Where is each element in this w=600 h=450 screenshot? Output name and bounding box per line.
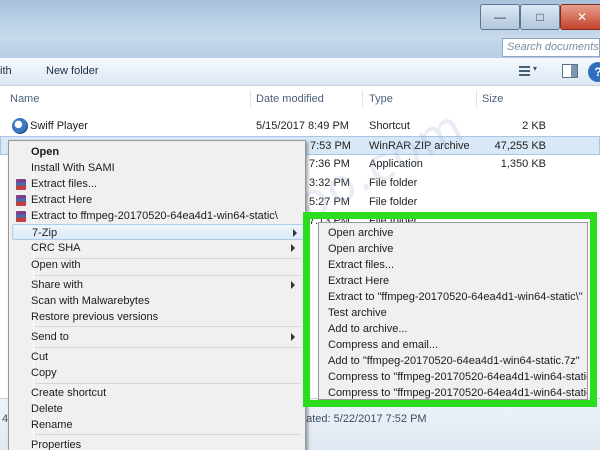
file-size: 1,350 KB bbox=[500, 158, 546, 170]
menu-item-install-sami[interactable]: Install With SAMI bbox=[31, 160, 301, 176]
menu-item-restore-versions[interactable]: Restore previous versions bbox=[31, 309, 301, 325]
command-bar: ith New folder ▾ ? bbox=[0, 58, 600, 86]
column-header-row: Name Date modified Type Size bbox=[0, 86, 600, 112]
menu-separator bbox=[35, 383, 301, 384]
menu-item-open-with[interactable]: Open with bbox=[31, 257, 301, 273]
menu-item-scan-malwarebytes[interactable]: Scan with Malwarebytes bbox=[31, 293, 301, 309]
winrar-icon bbox=[16, 211, 26, 222]
menu-item-extract-to[interactable]: Extract to ffmpeg-20170520-64ea4d1-win64… bbox=[31, 208, 301, 224]
menu-item-properties[interactable]: Properties bbox=[31, 437, 301, 450]
submenu-arrow-icon bbox=[291, 333, 295, 341]
file-row[interactable]: Swiff Player 5/15/2017 8:49 PM Shortcut … bbox=[0, 117, 600, 136]
close-button[interactable]: ✕ bbox=[560, 4, 600, 30]
menu-separator bbox=[35, 275, 301, 276]
column-name[interactable]: Name bbox=[10, 93, 39, 105]
chevron-down-icon: ▾ bbox=[533, 64, 538, 73]
winrar-icon bbox=[16, 195, 26, 206]
menu-item-7zip-label: 7-Zip bbox=[32, 227, 58, 239]
details-created-date: eated: 5/22/2017 7:52 PM bbox=[300, 413, 427, 425]
menu-item-copy[interactable]: Copy bbox=[31, 365, 301, 381]
file-type: File folder bbox=[369, 196, 418, 208]
column-divider[interactable] bbox=[476, 90, 477, 108]
maximize-button[interactable]: □ bbox=[520, 4, 560, 30]
file-type: WinRAR ZIP archive bbox=[369, 140, 470, 152]
file-date: 5:27 PM bbox=[309, 196, 350, 208]
context-menu: Open Install With SAMI Extract files... … bbox=[8, 140, 306, 450]
menu-separator bbox=[35, 347, 301, 348]
file-date: 3:32 PM bbox=[309, 177, 350, 189]
column-type[interactable]: Type bbox=[369, 93, 393, 105]
menu-item-share-with[interactable]: Share with bbox=[31, 277, 301, 293]
menu-item-crc-sha[interactable]: CRC SHA bbox=[31, 240, 301, 256]
menu-item-extract-here[interactable]: Extract Here bbox=[31, 192, 301, 208]
column-size[interactable]: Size bbox=[482, 93, 503, 105]
file-type: Application bbox=[369, 158, 423, 170]
menu-item-send-to-label: Send to bbox=[31, 331, 69, 343]
menu-item-extract-files[interactable]: Extract files... bbox=[31, 176, 301, 192]
menu-item-send-to[interactable]: Send to bbox=[31, 329, 301, 345]
menu-separator bbox=[35, 326, 301, 327]
search-input[interactable]: Search documents bbox=[502, 38, 600, 57]
menu-item-create-shortcut[interactable]: Create shortcut bbox=[31, 385, 301, 401]
new-folder-button[interactable]: New folder bbox=[46, 65, 99, 77]
menu-item-cut[interactable]: Cut bbox=[31, 349, 301, 365]
winrar-icon bbox=[16, 179, 26, 190]
column-date-modified[interactable]: Date modified bbox=[256, 93, 324, 105]
menu-item-open[interactable]: Open bbox=[31, 144, 301, 160]
menu-item-rename[interactable]: Rename bbox=[31, 417, 301, 433]
file-date: 5/15/2017 8:49 PM bbox=[256, 120, 349, 132]
share-with-menu[interactable]: ith bbox=[0, 65, 12, 77]
file-type: File folder bbox=[369, 177, 418, 189]
file-date: 7:53 PM bbox=[310, 140, 351, 152]
change-view-button[interactable]: ▾ bbox=[516, 63, 540, 81]
help-icon[interactable]: ? bbox=[588, 62, 600, 82]
menu-item-crc-sha-label: CRC SHA bbox=[31, 242, 81, 254]
annotation-highlight-box bbox=[303, 212, 597, 407]
file-type: Shortcut bbox=[369, 120, 410, 132]
preview-pane-icon[interactable] bbox=[562, 64, 578, 78]
file-name: Swiff Player bbox=[30, 120, 88, 132]
submenu-arrow-icon bbox=[291, 281, 295, 289]
menu-item-7zip[interactable]: 7-Zip bbox=[12, 224, 304, 240]
menu-separator bbox=[35, 434, 301, 435]
file-size: 2 KB bbox=[522, 120, 546, 132]
column-divider[interactable] bbox=[362, 90, 363, 108]
submenu-arrow-icon bbox=[293, 229, 297, 237]
column-divider[interactable] bbox=[250, 90, 251, 108]
menu-item-share-with-label: Share with bbox=[31, 279, 83, 291]
file-size: 47,255 KB bbox=[494, 140, 546, 152]
swiff-player-icon bbox=[12, 118, 28, 134]
view-list-icon bbox=[519, 66, 530, 77]
file-date: 7:36 PM bbox=[309, 158, 350, 170]
minimize-button[interactable]: — bbox=[480, 4, 520, 30]
submenu-arrow-icon bbox=[291, 244, 295, 252]
menu-item-delete[interactable]: Delete bbox=[31, 401, 301, 417]
